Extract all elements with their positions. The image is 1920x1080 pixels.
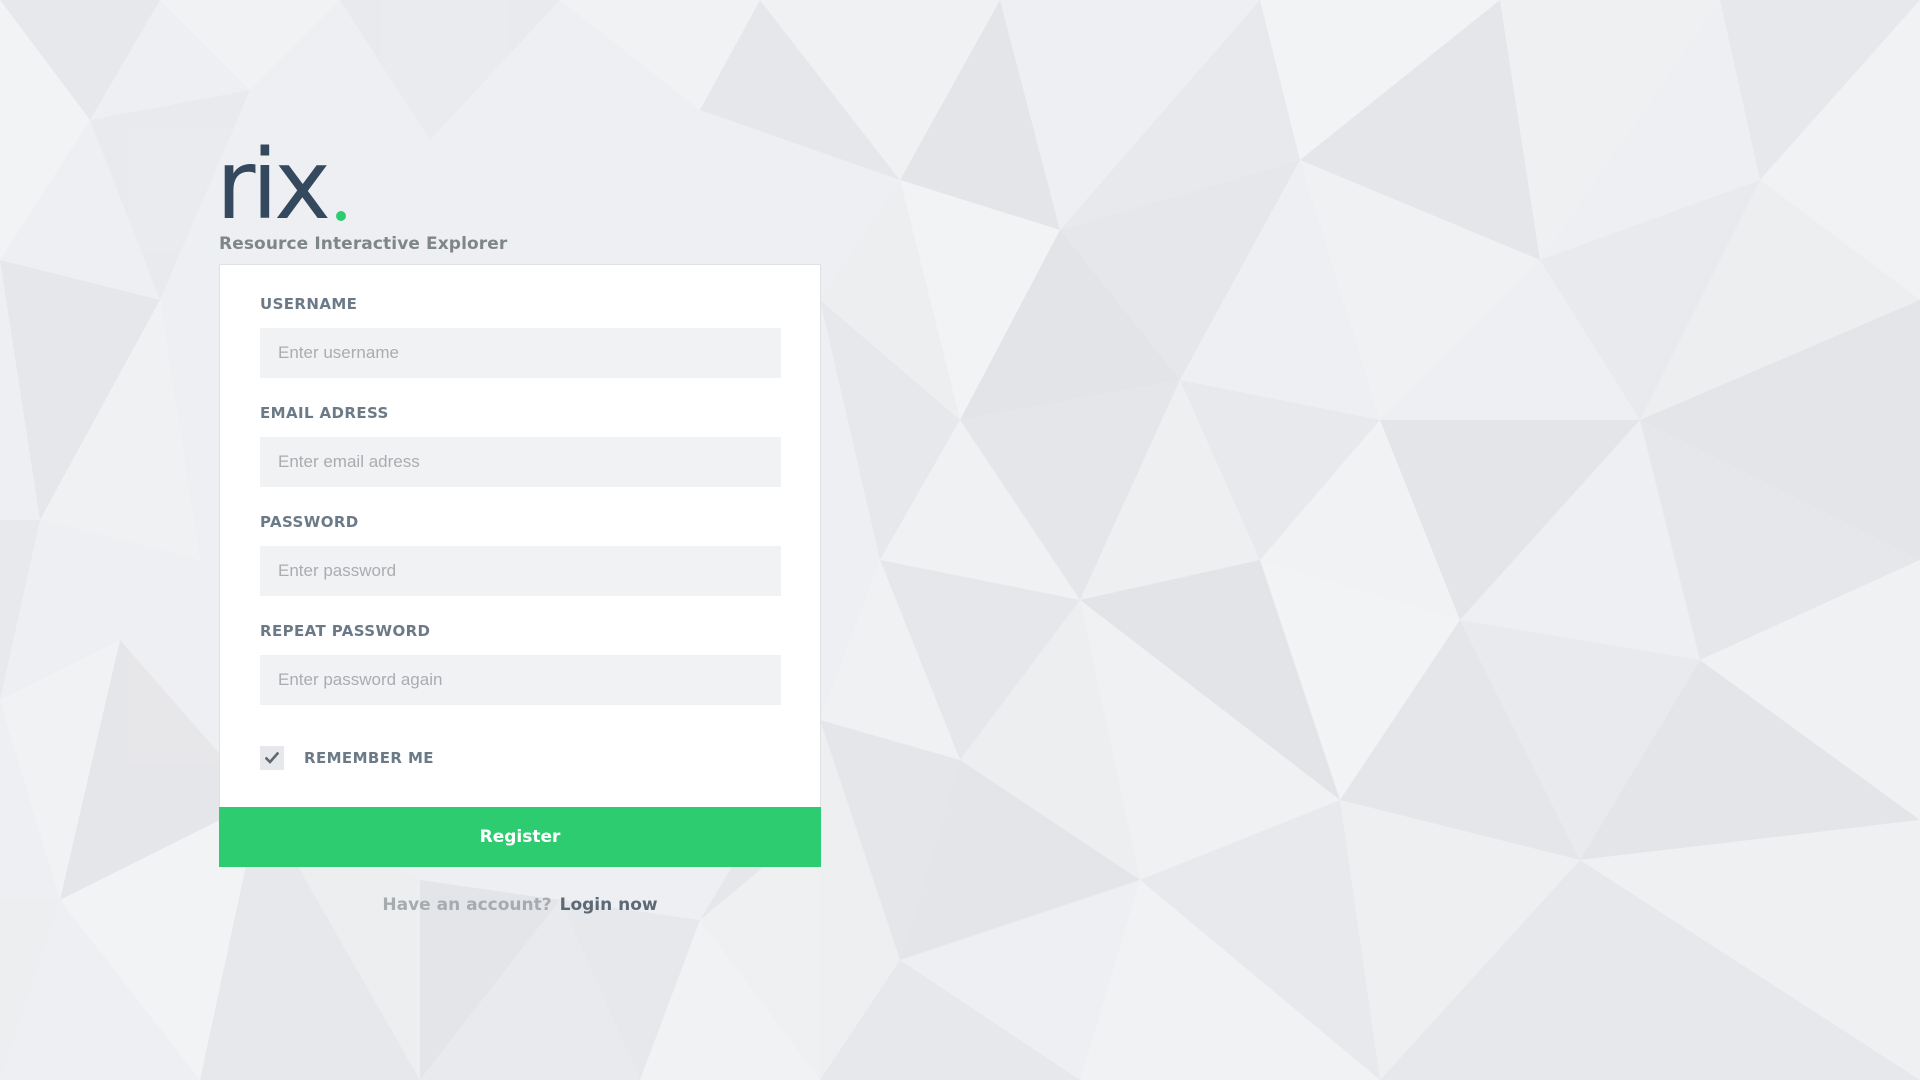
remember-me-label: REMEMBER ME bbox=[304, 749, 434, 767]
brand-logo: rix bbox=[216, 129, 821, 241]
login-now-link[interactable]: Login now bbox=[560, 895, 658, 915]
login-prompt: Have an account? Login now bbox=[219, 895, 821, 915]
email-input[interactable] bbox=[260, 437, 781, 487]
password-group: PASSWORD bbox=[260, 513, 781, 596]
username-group: USERNAME bbox=[260, 295, 781, 378]
username-label: USERNAME bbox=[260, 295, 358, 313]
remember-me-checkbox[interactable] bbox=[260, 746, 284, 770]
register-panel: rix Resource Interactive Explorer USERNA… bbox=[216, 129, 821, 915]
email-group: EMAIL ADRESS bbox=[260, 404, 781, 487]
have-account-text: Have an account? bbox=[382, 895, 552, 915]
repeat-password-group: REPEAT PASSWORD bbox=[260, 622, 781, 705]
register-button[interactable]: Register bbox=[219, 807, 821, 867]
email-label: EMAIL ADRESS bbox=[260, 404, 389, 422]
remember-me-row[interactable]: REMEMBER ME bbox=[260, 745, 780, 771]
repeat-password-label: REPEAT PASSWORD bbox=[260, 622, 431, 640]
logo-wordmark: rix bbox=[216, 129, 331, 241]
repeat-password-input[interactable] bbox=[260, 655, 781, 705]
check-icon bbox=[265, 752, 279, 764]
register-form: USERNAME EMAIL ADRESS PASSWORD REPEAT PA… bbox=[219, 264, 821, 867]
password-label: PASSWORD bbox=[260, 513, 359, 531]
logo-dot bbox=[336, 211, 346, 221]
password-input[interactable] bbox=[260, 546, 781, 596]
username-input[interactable] bbox=[260, 328, 781, 378]
